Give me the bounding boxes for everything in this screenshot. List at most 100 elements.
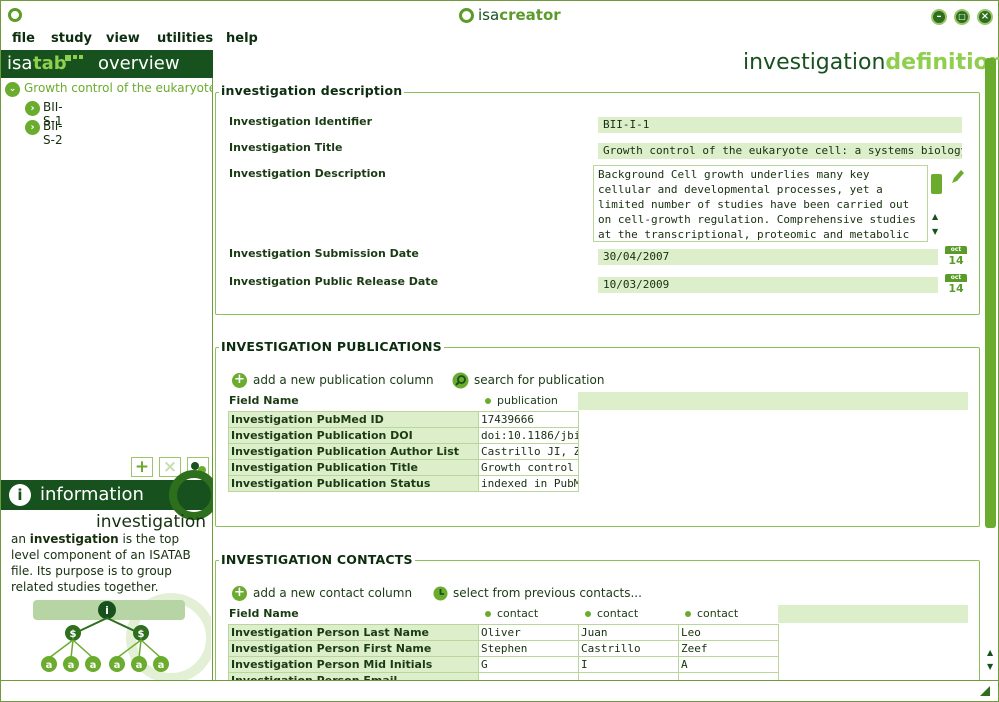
page-title-a: investigation [743, 50, 886, 75]
table-cell[interactable]: Oliver [478, 624, 579, 641]
search-icon[interactable] [452, 372, 469, 389]
column-dot-icon [485, 611, 491, 617]
page-title-b: definition [885, 50, 999, 75]
row-label: Investigation Person First Name [228, 640, 479, 657]
contact-column-header[interactable]: contact [585, 607, 638, 620]
description-section-title: investigation description [219, 83, 405, 98]
svg-text:a: a [136, 660, 143, 671]
publications-table: Investigation PubMed ID 17439666 Investiga… [228, 411, 579, 492]
calendar-icon[interactable]: oct 14 [945, 246, 967, 268]
table-row: Investigation Publication Title Growth co… [228, 459, 579, 476]
isacreator-logo-icon [459, 7, 474, 23]
title-label: Investigation Title [229, 141, 343, 154]
svg-text:$: $ [138, 629, 145, 640]
add-icon[interactable]: + [232, 586, 247, 601]
menu-bar: file study view utilities help [0, 30, 999, 50]
expanded-chevron-icon[interactable]: ⌄ [5, 82, 20, 97]
table-cell[interactable]: I [578, 656, 679, 673]
table-cell[interactable]: Zeef [678, 640, 779, 657]
description-textarea[interactable]: Background Cell growth underlies many ke… [593, 165, 928, 242]
table-row: Investigation Person Last Name Oliver Juan… [228, 624, 779, 641]
isatab-tab-text: tab [33, 53, 67, 74]
table-cell[interactable] [578, 672, 679, 680]
tree-root-label[interactable]: Growth control of the eukaryote cell: a … [24, 81, 213, 95]
table-cell[interactable]: Juan [578, 624, 679, 641]
contacts-table: Investigation Person Last Name Oliver Juan… [228, 624, 779, 680]
table-cell[interactable]: Castrillo JI, Zeef LA, Hoyle DC [478, 443, 579, 460]
menu-file[interactable]: file [12, 31, 35, 46]
app-title-suffix: creator [499, 6, 561, 24]
menu-view[interactable]: view [106, 31, 140, 46]
isatab-block-icon [73, 55, 77, 59]
calendar-day: 14 [948, 282, 964, 295]
table-cell[interactable]: Growth control of the eukaryote cell [478, 459, 579, 476]
table-cell[interactable] [678, 672, 779, 680]
scroll-down-icon[interactable]: ▼ [987, 662, 993, 671]
remove-study-button[interactable]: × [159, 457, 181, 477]
select-previous-contacts-button[interactable]: select from previous contacts... [453, 586, 642, 600]
add-publication-button[interactable]: add a new publication column [253, 373, 434, 387]
close-button[interactable]: × [977, 9, 993, 25]
table-cell[interactable]: G [478, 656, 579, 673]
tree-item-label[interactable]: BII-S-2 [43, 119, 63, 147]
submission-date-label: Investigation Submission Date [229, 247, 419, 260]
maximize-button[interactable]: □ [954, 9, 970, 25]
calendar-day: 14 [948, 254, 964, 267]
table-cell[interactable]: A [678, 656, 779, 673]
table-cell[interactable] [478, 672, 579, 680]
information-title: information [40, 484, 144, 505]
table-cell[interactable]: indexed in PubMed [478, 475, 579, 492]
main-scrollbar-thumb[interactable] [985, 58, 996, 528]
contact-column-header[interactable]: contact [685, 607, 738, 620]
contact-column-header[interactable]: contact [485, 607, 538, 620]
svg-text:a: a [90, 660, 97, 671]
edit-pencil-icon[interactable] [949, 168, 965, 186]
calendar-month: oct [945, 274, 967, 282]
empty-column-strip [578, 392, 968, 410]
resize-grip-icon[interactable] [979, 685, 991, 697]
table-cell[interactable]: Leo [678, 624, 779, 641]
table-row: Investigation Person Mid Initials G I A [228, 656, 779, 673]
row-label: Investigation Publication Author List [228, 443, 479, 460]
table-cell[interactable]: 17439666 [478, 411, 579, 428]
table-row: Investigation Person First Name Stephen Ca… [228, 640, 779, 657]
minimize-button[interactable]: – [931, 9, 947, 25]
scroll-up-icon[interactable]: ▲ [987, 648, 993, 657]
contact-column-label: contact [597, 607, 639, 620]
title-field[interactable]: Growth control of the eukaryote cell: a … [598, 143, 962, 159]
identifier-label: Investigation Identifier [229, 115, 372, 128]
identifier-field[interactable]: BII-I-1 [598, 117, 962, 133]
submission-date-field[interactable]: 30/04/2007 [598, 249, 938, 265]
textarea-scroll-thumb[interactable] [931, 174, 942, 194]
calendar-icon[interactable]: oct 14 [945, 274, 967, 296]
table-cell[interactable]: Stephen [478, 640, 579, 657]
publication-column-header[interactable]: publication [485, 394, 558, 407]
table-cell[interactable]: doi:10.1186/jbiol54 [478, 427, 579, 444]
add-icon[interactable]: + [232, 373, 247, 388]
status-bar [0, 680, 999, 702]
table-row: Investigation Publication Author List Cas… [228, 443, 579, 460]
info-text-bold: investigation [29, 532, 119, 546]
column-dot-icon [685, 611, 691, 617]
publications-section-title: INVESTIGATION PUBLICATIONS [219, 339, 444, 354]
tree-root[interactable]: ⌄ Growth control of the eukaryote cell: … [1, 80, 213, 98]
menu-utilities[interactable]: utilities [157, 31, 213, 46]
menu-study[interactable]: study [51, 31, 92, 46]
menu-help[interactable]: help [226, 31, 258, 46]
previous-contacts-icon[interactable] [433, 586, 448, 601]
investigation-diagram: i $ $ a a a a a a [33, 593, 211, 680]
empty-column-strip [778, 605, 968, 623]
release-date-field[interactable]: 10/03/2009 [598, 277, 938, 293]
app-logo-icon [8, 8, 22, 22]
add-contact-button[interactable]: add a new contact column [253, 586, 412, 600]
add-study-button[interactable]: + [131, 457, 153, 477]
scroll-up-icon[interactable]: ▲ [932, 212, 938, 221]
overview-title: overview [98, 53, 180, 74]
search-publication-button[interactable]: search for publication [474, 373, 604, 387]
contacts-table-viewport: Investigation Person Last Name Oliver Juan… [228, 624, 788, 680]
table-cell[interactable]: Castrillo [578, 640, 679, 657]
scroll-down-icon[interactable]: ▼ [932, 227, 938, 236]
information-header: i information [1, 470, 219, 520]
svg-text:i: i [105, 604, 109, 617]
field-name-header: Field Name [229, 394, 299, 407]
